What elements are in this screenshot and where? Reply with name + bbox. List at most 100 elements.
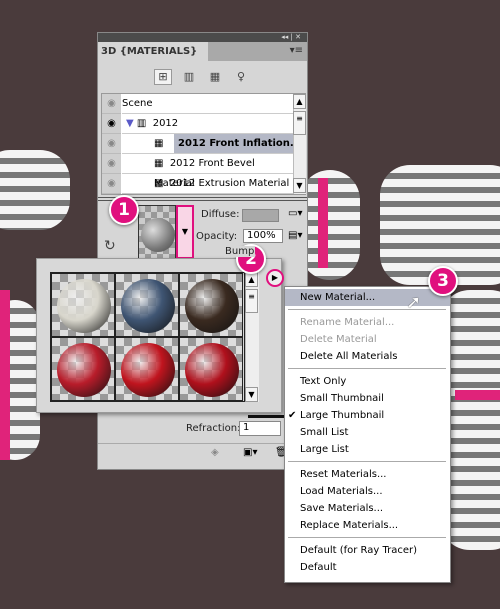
scroll-down-button[interactable]: ▼ xyxy=(245,387,258,402)
menu-item-small-thumbnail[interactable]: Small Thumbnail xyxy=(285,390,450,407)
swatch-dark-wood[interactable] xyxy=(179,273,243,337)
panel-top-strip: ◂◂ | ✕ xyxy=(98,33,307,42)
tree-item-scene[interactable]: Scene xyxy=(122,94,294,114)
tree-item-label: Scene xyxy=(122,98,153,109)
menu-separator xyxy=(288,537,446,538)
folder-icon[interactable]: ▭▾ xyxy=(288,208,302,219)
menu-item-default-for-ray-tracer[interactable]: Default (for Ray Tracer) xyxy=(285,542,450,559)
material-picker-popup: ▲ ≡ ▼ ▶ xyxy=(36,258,284,413)
menu-item-large-thumbnail[interactable]: ✔ Large Thumbnail xyxy=(285,407,450,424)
toggle-ground-plane-icon[interactable]: ◈ xyxy=(211,447,219,458)
menu-item-label: Delete Material xyxy=(300,334,377,345)
menu-item-label: Save Materials... xyxy=(300,503,384,514)
material-icon: ▦ xyxy=(154,158,164,169)
rotate-tool-icon[interactable]: ↻ xyxy=(104,238,116,254)
tree-item-mesh[interactable]: ▼ ▥ 2012 xyxy=(122,114,294,134)
menu-separator xyxy=(288,309,446,310)
material-icon: ▦ xyxy=(154,138,164,149)
step-badge-1: 1 xyxy=(109,195,139,225)
picker-context-menu: New Material... Rename Material... Delete … xyxy=(284,286,451,583)
tree-item-material[interactable]: ▦ 2012 Extrusion Material xyxy=(122,174,294,194)
opacity-input[interactable]: 100% xyxy=(243,229,283,243)
menu-item-save-materials[interactable]: Save Materials... xyxy=(285,500,450,517)
menu-item-default[interactable]: Default xyxy=(285,559,450,576)
menu-item-text-only[interactable]: Text Only xyxy=(285,373,450,390)
background-3d-text xyxy=(300,170,360,280)
step-badge-3: 3 xyxy=(428,266,458,296)
tree-item-label: 2012 Extrusion Material xyxy=(169,178,290,189)
light-filter-icon[interactable]: ♀ xyxy=(232,69,250,85)
menu-item-label: Load Materials... xyxy=(300,486,383,497)
refraction-input[interactable]: 1 xyxy=(239,421,281,436)
swatch-white-marble[interactable] xyxy=(51,273,115,337)
expand-triangle-icon[interactable]: ▼ xyxy=(126,118,134,129)
menu-item-small-list[interactable]: Small List xyxy=(285,424,450,441)
material-ball xyxy=(57,343,111,397)
menu-item-label: Large Thumbnail xyxy=(300,410,385,421)
new-light-icon[interactable]: ▣▾ xyxy=(243,447,257,458)
material-ball xyxy=(57,279,111,333)
material-ball xyxy=(121,279,175,333)
background-3d-text xyxy=(455,390,500,400)
scroll-down-button[interactable]: ▼ xyxy=(293,178,306,193)
mesh-icon: ▥ xyxy=(136,118,147,129)
panel-menu-icon[interactable]: ▾≡ xyxy=(290,45,303,56)
scroll-thumb[interactable]: ≡ xyxy=(245,289,258,313)
eye-icon[interactable]: ◉ xyxy=(102,174,121,194)
menu-item-label: Small Thumbnail xyxy=(300,393,384,404)
tree-item-material[interactable]: ▦ 2012 Front Inflation... xyxy=(122,134,294,154)
menu-separator xyxy=(288,368,446,369)
menu-item-label: New Material... xyxy=(300,292,376,303)
close-icon[interactable]: ✕ xyxy=(295,33,301,41)
scene-filter-icon[interactable]: ⊞ xyxy=(154,69,172,85)
checkmark-icon: ✔ xyxy=(288,410,297,421)
menu-item-replace-materials[interactable]: Replace Materials... xyxy=(285,517,450,534)
menu-item-delete-all-materials[interactable]: Delete All Materials xyxy=(285,348,450,365)
material-ball xyxy=(185,343,239,397)
menu-item-label: Default (for Ray Tracer) xyxy=(300,545,418,556)
menu-item-large-list[interactable]: Large List xyxy=(285,441,450,458)
double-chevron-left-icon[interactable]: ◂◂ xyxy=(281,33,288,41)
scroll-up-button[interactable]: ▲ xyxy=(293,94,306,109)
menu-item-load-materials[interactable]: Load Materials... xyxy=(285,483,450,500)
scene-tree: ◉ Scene ◉ ▼ ▥ 2012 ◉ ▦ 2012 Front Inflati… xyxy=(101,93,306,195)
eye-icon[interactable]: ◉ xyxy=(102,114,121,134)
tree-item-material[interactable]: ▦ 2012 Front Bevel Material xyxy=(122,154,294,189)
tree-item-label: 2012 Front Inflation... xyxy=(174,134,294,153)
eye-icon[interactable]: ◉ xyxy=(102,134,121,154)
menu-item-rename-material: Rename Material... xyxy=(285,314,450,331)
opacity-label: Opacity: xyxy=(196,231,238,242)
menu-item-reset-materials[interactable]: Reset Materials... xyxy=(285,466,450,483)
menu-item-label: Large List xyxy=(300,444,349,455)
picker-menu-button[interactable]: ▶ xyxy=(266,269,284,287)
swatch-red-pattern[interactable] xyxy=(115,337,179,401)
material-thumbnail[interactable] xyxy=(138,205,176,259)
diffuse-label: Diffuse: xyxy=(201,209,240,220)
divider xyxy=(98,443,307,444)
menu-item-label: Small List xyxy=(300,427,349,438)
tab-3d-materials[interactable]: 3D {MATERIALS} xyxy=(98,42,208,61)
background-3d-text xyxy=(318,178,328,268)
background-3d-text xyxy=(0,150,70,230)
swatch-grid xyxy=(50,272,245,402)
eye-icon[interactable]: ◉ xyxy=(102,94,121,114)
scroll-up-button[interactable]: ▲ xyxy=(245,272,258,287)
menu-item-label: Reset Materials... xyxy=(300,469,387,480)
eye-icon[interactable]: ◉ xyxy=(102,154,121,174)
menu-item-new-material[interactable]: New Material... xyxy=(285,289,450,306)
scroll-thumb[interactable]: ≡ xyxy=(293,111,306,135)
material-icon: ▦ xyxy=(154,178,164,189)
texture-icon[interactable]: ▤▾ xyxy=(288,230,302,241)
menu-separator xyxy=(288,461,446,462)
swatch-red-pattern[interactable] xyxy=(179,337,243,401)
bump-label: Bump xyxy=(224,246,256,257)
diffuse-color-swatch[interactable] xyxy=(242,209,279,222)
tree-item-label: 2012 xyxy=(152,118,179,129)
material-ball xyxy=(121,343,175,397)
swatch-red-pattern[interactable] xyxy=(51,337,115,401)
menu-item-label: Delete All Materials xyxy=(300,351,398,362)
material-filter-icon[interactable]: ▦ xyxy=(206,69,224,85)
swatch-blue-fabric[interactable] xyxy=(115,273,179,337)
material-picker-dropdown[interactable]: ▼ xyxy=(176,205,194,259)
mesh-filter-icon[interactable]: ▥ xyxy=(180,69,198,85)
